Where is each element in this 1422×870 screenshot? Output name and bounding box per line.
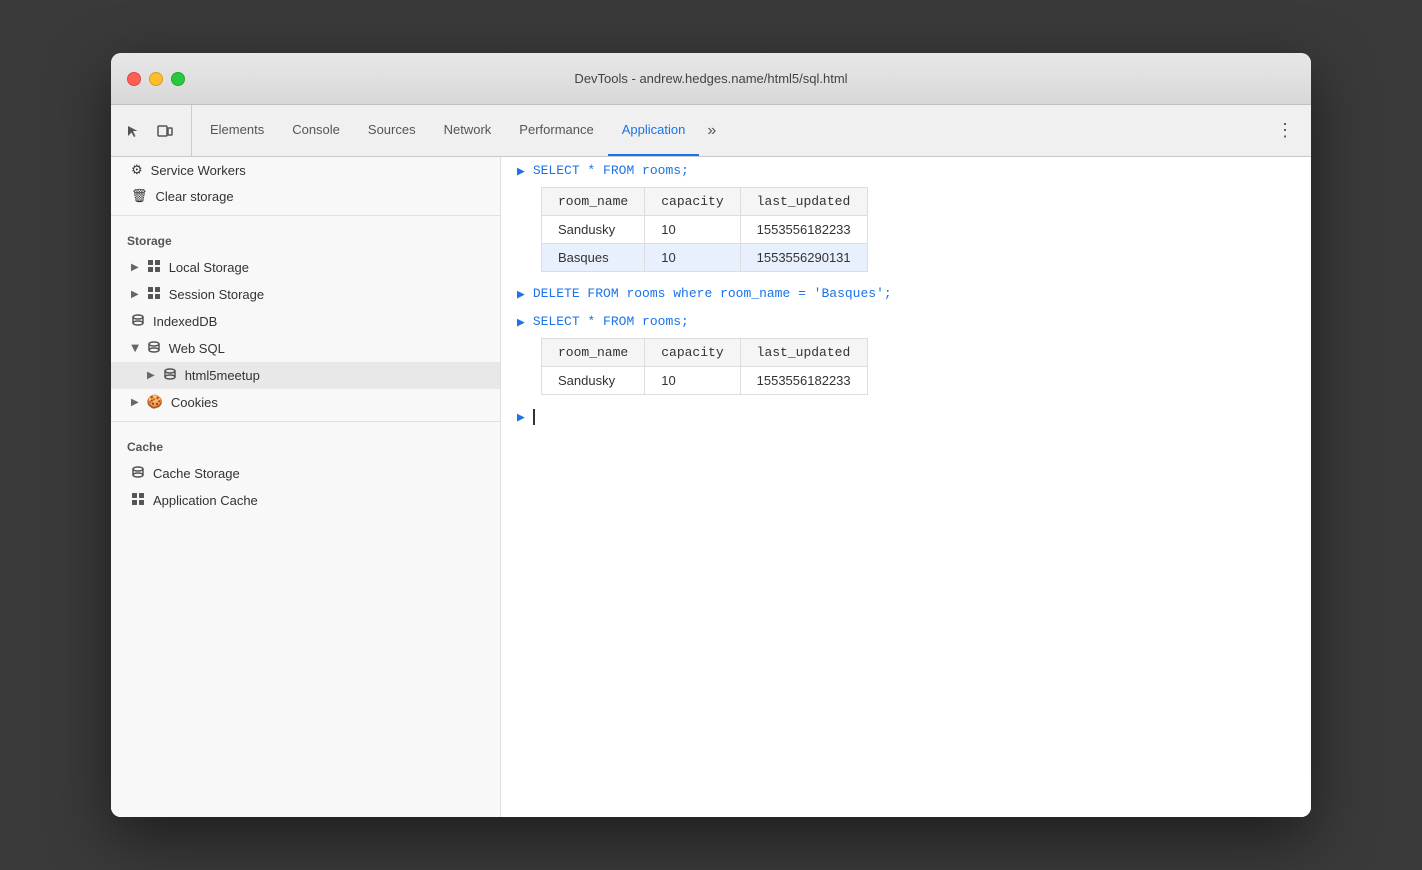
col-header-room-name-2: room_name (542, 339, 645, 367)
col-header-capacity-1: capacity (645, 188, 740, 216)
devtools-menu-button[interactable]: ⋮ (1268, 105, 1303, 156)
device-toggle-icon[interactable] (151, 117, 179, 145)
chevron-right-icon-session: ▶ (131, 289, 139, 300)
cell-last-updated: 1553556182233 (740, 216, 867, 244)
minimize-button[interactable] (149, 72, 163, 86)
trash-icon: 🗑 (131, 188, 148, 204)
expand-arrow-3[interactable]: ▶ (517, 315, 525, 330)
cell-capacity: 10 (645, 367, 740, 395)
tab-performance[interactable]: Performance (505, 105, 607, 156)
window-title: DevTools - andrew.hedges.name/html5/sql.… (574, 71, 847, 86)
table-row: Sandusky 10 1553556182233 (542, 216, 868, 244)
col-header-room-name-1: room_name (542, 188, 645, 216)
table-row: Sandusky 10 1553556182233 (542, 367, 868, 395)
cell-last-updated: 1553556182233 (740, 367, 867, 395)
db-icon-html5meetup (163, 367, 177, 384)
expand-arrow-2[interactable]: ▶ (517, 287, 525, 302)
sql-table-1: room_name capacity last_updated Sandusky… (541, 187, 868, 272)
tab-console[interactable]: Console (278, 105, 354, 156)
maximize-button[interactable] (171, 72, 185, 86)
tab-bar: Elements Console Sources Network Perform… (111, 105, 1311, 157)
prompt-arrow: ▶ (517, 410, 525, 425)
sql-panel[interactable]: ▶ SELECT * FROM rooms; room_name capacit… (501, 157, 1311, 817)
divider-1 (111, 215, 500, 216)
db-icon-indexeddb (131, 313, 145, 330)
chevron-right-icon: ▶ (131, 262, 139, 273)
traffic-lights (127, 72, 185, 86)
chevron-down-icon-websql: ▶ (129, 345, 140, 353)
sql-table-2: room_name capacity last_updated Sandusky… (541, 338, 868, 395)
sql-query-3-text: SELECT * FROM rooms; (533, 314, 689, 329)
service-workers-icon: ⚙ (131, 162, 143, 178)
cell-capacity: 10 (645, 216, 740, 244)
db-icon-cache (131, 465, 145, 482)
sidebar-item-session-storage[interactable]: ▶ Session Storage (111, 281, 500, 308)
cell-room-name: Basques (542, 244, 645, 272)
divider-2 (111, 421, 500, 422)
cache-section-header: Cache (111, 428, 500, 460)
tab-bar-left-controls (119, 105, 192, 156)
col-header-last-updated-1: last_updated (740, 188, 867, 216)
tab-elements[interactable]: Elements (196, 105, 278, 156)
col-header-capacity-2: capacity (645, 339, 740, 367)
sidebar-item-cookies[interactable]: ▶ 🍪 Cookies (111, 389, 500, 415)
chevron-right-icon-html5: ▶ (147, 370, 155, 381)
text-cursor (533, 409, 535, 425)
sidebar-item-clear-storage[interactable]: 🗑 Clear storage (111, 183, 500, 209)
cell-last-updated: 1553556290131 (740, 244, 867, 272)
tab-application[interactable]: Application (608, 105, 700, 156)
sidebar: ⚙ Service Workers 🗑 Clear storage Storag… (111, 157, 501, 817)
sql-query-3-line: ▶ SELECT * FROM rooms; (501, 308, 1311, 336)
sql-query-1-line: ▶ SELECT * FROM rooms; (501, 157, 1311, 185)
cell-room-name: Sandusky (542, 367, 645, 395)
chevron-right-icon-cookies: ▶ (131, 397, 139, 408)
sidebar-item-html5meetup[interactable]: ▶ html5meetup (111, 362, 500, 389)
tab-network[interactable]: Network (430, 105, 506, 156)
sidebar-item-cache-storage[interactable]: Cache Storage (111, 460, 500, 487)
storage-section-header: Storage (111, 222, 500, 254)
col-header-last-updated-2: last_updated (740, 339, 867, 367)
tab-sources[interactable]: Sources (354, 105, 430, 156)
table-row: Basques 10 1553556290131 (542, 244, 868, 272)
sql-query-2-line: ▶ DELETE FROM rooms where room_name = 'B… (501, 280, 1311, 308)
expand-arrow-1[interactable]: ▶ (517, 164, 525, 179)
close-button[interactable] (127, 72, 141, 86)
sidebar-item-websql[interactable]: ▶ Web SQL (111, 335, 500, 362)
title-bar: DevTools - andrew.hedges.name/html5/sql.… (111, 53, 1311, 105)
cursor-icon[interactable] (119, 117, 147, 145)
grid-icon-session (147, 286, 161, 303)
devtools-window: DevTools - andrew.hedges.name/html5/sql.… (111, 53, 1311, 817)
grid-icon-appcache (131, 492, 145, 509)
sidebar-item-application-cache[interactable]: Application Cache (111, 487, 500, 514)
grid-icon-local (147, 259, 161, 276)
sidebar-item-local-storage[interactable]: ▶ Local Storage (111, 254, 500, 281)
main-content: ⚙ Service Workers 🗑 Clear storage Storag… (111, 157, 1311, 817)
sql-cursor-line[interactable]: ▶ (501, 403, 1311, 431)
sidebar-item-indexeddb[interactable]: IndexedDB (111, 308, 500, 335)
sidebar-item-service-workers[interactable]: ⚙ Service Workers (111, 157, 500, 183)
cell-capacity: 10 (645, 244, 740, 272)
sql-query-1-text: SELECT * FROM rooms; (533, 163, 689, 178)
sql-query-2-text: DELETE FROM rooms where room_name = 'Bas… (533, 286, 892, 301)
cookie-icon: 🍪 (147, 394, 163, 410)
cell-room-name: Sandusky (542, 216, 645, 244)
more-tabs-button[interactable]: » (699, 105, 724, 156)
db-icon-websql (147, 340, 161, 357)
